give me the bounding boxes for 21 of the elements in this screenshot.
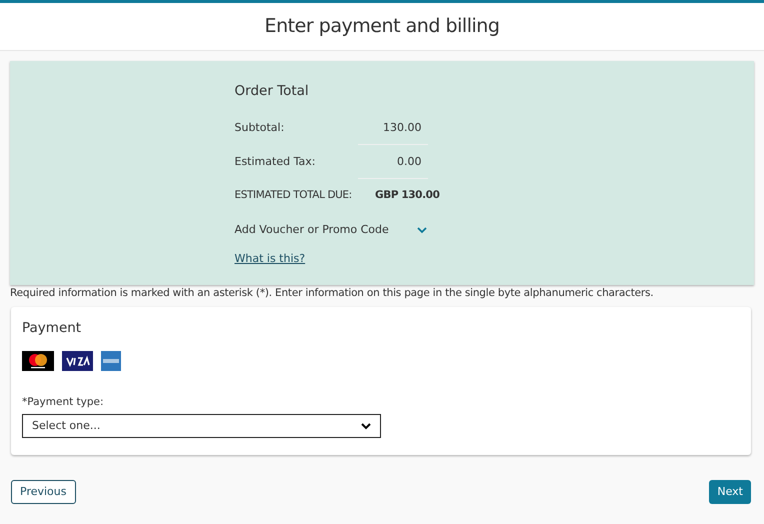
page-title: Enter payment and billing [264, 14, 500, 40]
payment-type-select[interactable]: Select one... [22, 414, 381, 438]
next-button[interactable]: Next [709, 480, 751, 504]
summary-value: 0.00 [397, 154, 422, 170]
visa-logo-icon [62, 351, 93, 372]
chevron-down-icon [361, 422, 371, 430]
required-notice: Required information is marked with an asterisk (*). Enter information on this page in the single byte alphanumeric characters. [10, 286, 654, 301]
previous-button[interactable]: Previous [11, 480, 76, 504]
voucher-label: Add Voucher or Promo Code [234, 222, 389, 238]
help-link[interactable]: What is this? [234, 251, 306, 268]
amex-logo-icon [101, 351, 121, 372]
summary-value: 130.00 [383, 120, 422, 136]
summary-label: Estimated Tax: [234, 154, 316, 170]
summary-label: Subtotal: [234, 120, 284, 136]
chevron-down-icon[interactable] [416, 226, 426, 234]
section-title: Payment [22, 319, 82, 338]
mastercard-logo-icon [22, 351, 54, 372]
summary-value: GBP 130.00 [375, 188, 440, 204]
section-title: Order Total [234, 82, 310, 101]
field-label: *Payment type: [22, 395, 105, 410]
summary-label: ESTIMATED TOTAL DUE: [234, 188, 352, 204]
